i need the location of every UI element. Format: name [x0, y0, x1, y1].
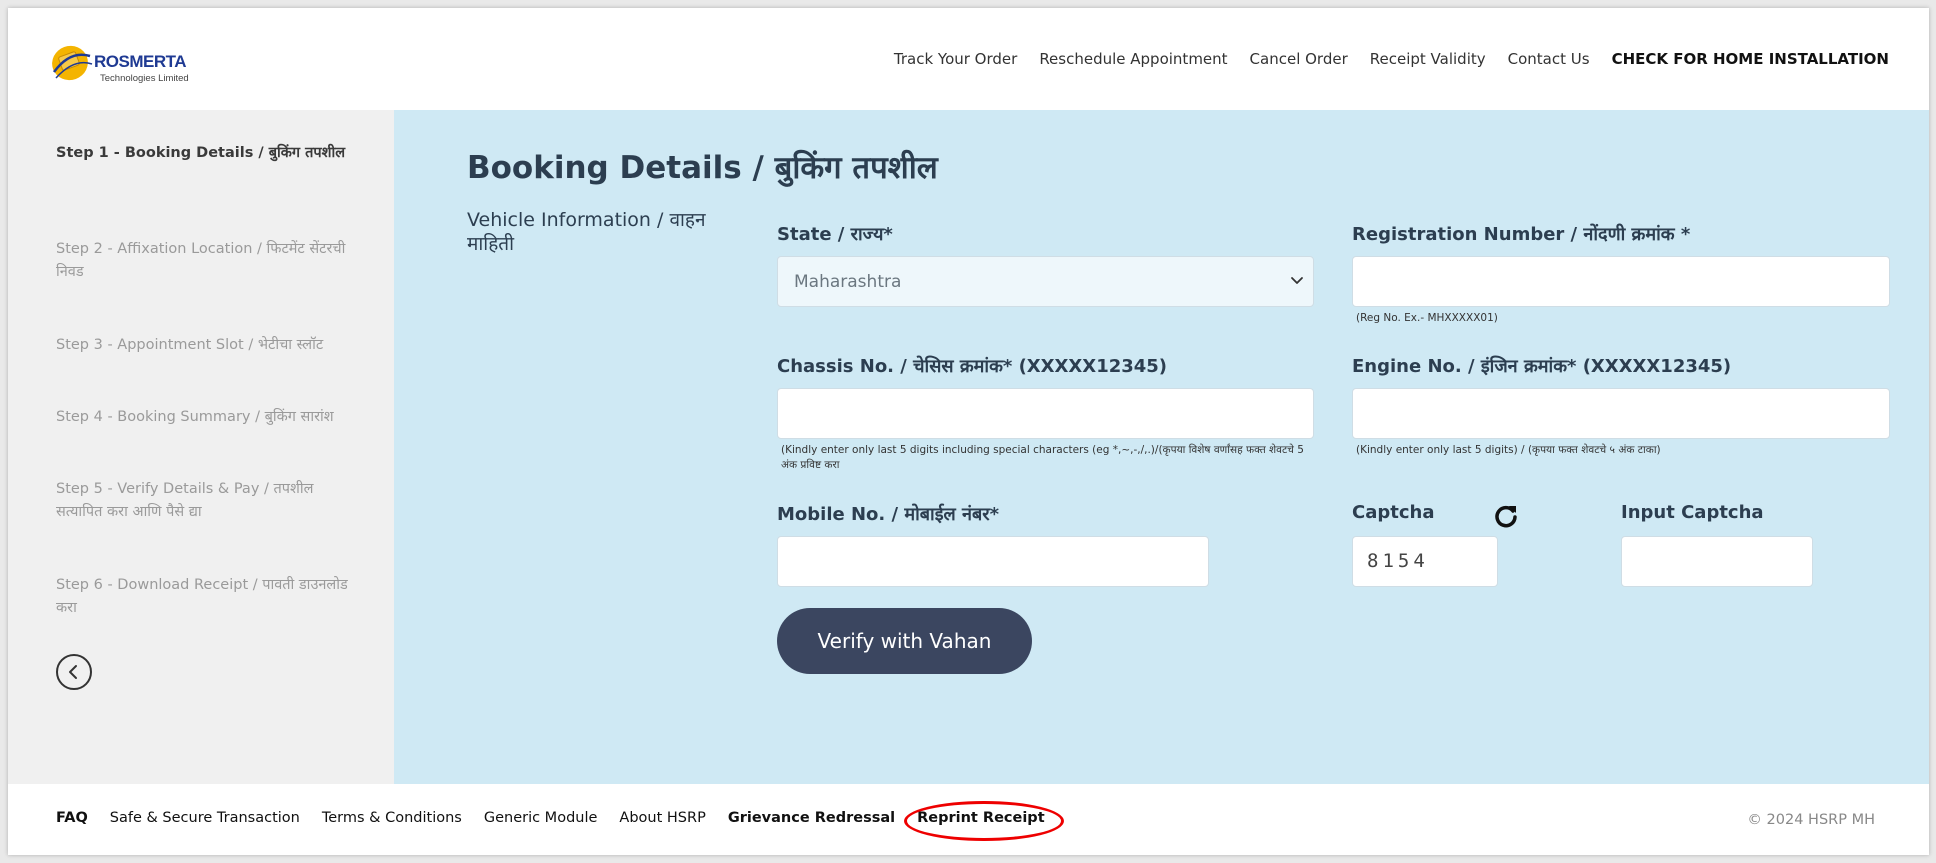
state-select[interactable]: Maharashtra [777, 256, 1314, 307]
section-label-vehicle-info: Vehicle Information / वाहन माहिती [467, 209, 706, 255]
mobile-label: Mobile No. / मोबाईल नंबर* [777, 504, 1000, 525]
captcha-image: 8154 [1352, 536, 1498, 587]
captcha-label: Captcha [1352, 502, 1435, 523]
back-button[interactable] [56, 654, 92, 690]
footer-link-safe-secure[interactable]: Safe & Secure Transaction [110, 810, 300, 826]
logo-subtitle: Technologies Limited [100, 73, 189, 84]
registration-hint: (Reg No. Ex.- MHXXXXX01) [1356, 312, 1498, 324]
input-captcha-field[interactable] [1621, 536, 1813, 587]
chassis-hint: (Kindly enter only last 5 digits includi… [781, 444, 1304, 471]
nav-reschedule-appointment[interactable]: Reschedule Appointment [1039, 50, 1227, 68]
nav-receipt-validity[interactable]: Receipt Validity [1370, 50, 1486, 68]
nav-track-your-order[interactable]: Track Your Order [894, 50, 1017, 68]
state-label: State / राज्य* [777, 224, 893, 245]
chevron-down-icon [1291, 277, 1303, 284]
step-5-verify-pay: Step 5 - Verify Details & Pay / तपशील सत… [56, 481, 314, 520]
footer-link-terms[interactable]: Terms & Conditions [322, 810, 462, 826]
engine-label: Engine No. / इंजिन क्रमांक* (XXXXX12345) [1352, 356, 1732, 377]
footer-link-generic-module[interactable]: Generic Module [484, 810, 598, 826]
engine-number-input[interactable] [1352, 388, 1890, 439]
registration-label: Registration Number / नोंदणी क्रमांक * [1352, 224, 1691, 245]
page-frame: ROSMERTA Technologies Limited Track Your… [8, 8, 1929, 855]
engine-hint: (Kindly enter only last 5 digits) / (कृप… [1356, 444, 1661, 456]
footer-link-about-hsrp[interactable]: About HSRP [619, 810, 705, 826]
step-6-download-receipt: Step 6 - Download Receipt / पावती डाउनलो… [56, 577, 348, 616]
chassis-number-input[interactable] [777, 388, 1314, 439]
footer-link-faq[interactable]: FAQ [56, 810, 88, 826]
step-2-affixation-location: Step 2 - Affixation Location / फिटमेंट स… [56, 241, 346, 280]
page-title: Booking Details / बुकिंग तपशील [467, 150, 938, 186]
footer-link-reprint-receipt[interactable]: Reprint Receipt [904, 801, 1064, 841]
rosmerta-logo[interactable]: ROSMERTA Technologies Limited [50, 42, 210, 90]
site-footer: FAQ Safe & Secure Transaction Terms & Co… [8, 784, 1929, 855]
steps-sidebar: Step 1 - Booking Details / बुकिंग तपशील … [8, 110, 394, 784]
nav-contact-us[interactable]: Contact Us [1508, 50, 1590, 68]
state-select-value: Maharashtra [794, 272, 902, 292]
footer-link-grievance[interactable]: Grievance Redressal [728, 810, 895, 826]
logo-chip-icon [52, 45, 93, 81]
logo-brand: ROSMERTA [94, 52, 187, 71]
input-captcha-label: Input Captcha [1621, 502, 1764, 523]
refresh-icon[interactable] [1492, 502, 1520, 530]
captcha-code: 8154 [1367, 550, 1429, 572]
site-header: ROSMERTA Technologies Limited Track Your… [8, 8, 1929, 110]
step-1-booking-details: Step 1 - Booking Details / बुकिंग तपशील [56, 145, 346, 161]
nav-home-installation[interactable]: CHECK FOR HOME INSTALLATION [1612, 50, 1889, 68]
nav-cancel-order[interactable]: Cancel Order [1250, 50, 1348, 68]
chevron-left-icon [69, 665, 77, 679]
booking-form-panel: Booking Details / बुकिंग तपशील Vehicle I… [394, 110, 1929, 784]
chassis-label: Chassis No. / चेसिस क्रमांक* (XXXXX12345… [777, 356, 1168, 377]
mobile-number-input[interactable] [777, 536, 1209, 587]
step-3-appointment-slot: Step 3 - Appointment Slot / भेटीचा स्लॉट [56, 337, 324, 353]
footer-nav: FAQ Safe & Secure Transaction Terms & Co… [56, 801, 1064, 841]
verify-with-vahan-button[interactable]: Verify with Vahan [777, 608, 1032, 674]
registration-number-input[interactable] [1352, 256, 1890, 307]
step-4-booking-summary: Step 4 - Booking Summary / बुकिंग सारांश [56, 409, 334, 425]
copyright-text: © 2024 HSRP MH [1747, 812, 1875, 828]
top-nav: Track Your Order Reschedule Appointment … [894, 50, 1889, 68]
